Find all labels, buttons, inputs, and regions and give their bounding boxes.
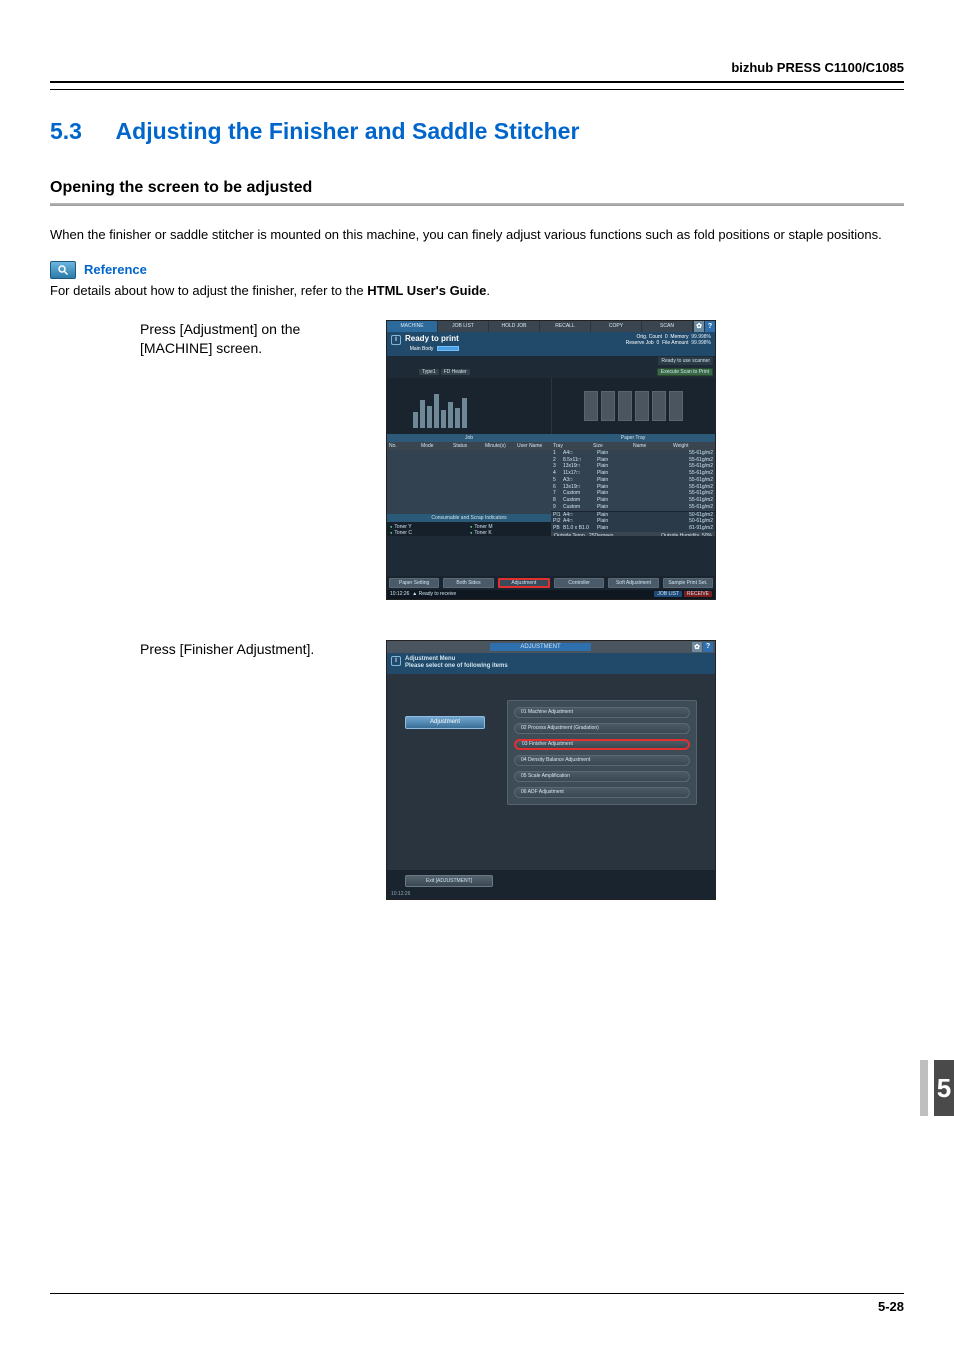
machine-button-row: Paper Setting Both Sides Adjustment Cont…	[387, 576, 715, 590]
adj-topbar: ADJUSTMENT ✿ ?	[387, 641, 715, 653]
paper-columns: Tray Size Name Weight	[551, 442, 715, 450]
step-1-image: MACHINE JOB LIST HOLD JOB RECALL COPY SC…	[386, 320, 716, 600]
page-number: 5-28	[878, 1299, 904, 1314]
adj-item-1[interactable]: 02 Process Adjustment (Gradation)	[514, 723, 690, 734]
tab-scan[interactable]: SCAN	[642, 321, 693, 332]
tray-row: 8CustomPlain55-61g/m2	[551, 497, 715, 504]
header-rule-thick	[50, 81, 904, 83]
status-bar: i Ready to print Main Body Orig. Count 0…	[387, 332, 715, 356]
paper-tray-table: Paper Tray Tray Size Name Weight 1A4□Pla…	[551, 434, 715, 536]
consumable-item: Toner K	[470, 530, 548, 536]
heater-label: FD Heater	[441, 369, 470, 375]
topbar-corner: ✿ ?	[693, 321, 715, 332]
tray-row: 313x19□Plain55-61g/m2	[551, 463, 715, 470]
pi-tray-row: PBB1.0 x B1.0Plain81-91g/m2	[551, 525, 715, 532]
section-number: 5.3	[50, 118, 82, 144]
execute-scan-button[interactable]: Execute Scan to Print	[657, 368, 713, 376]
adj-settings-icon[interactable]: ✿	[692, 642, 702, 652]
adj-help-icon[interactable]: ?	[703, 642, 713, 652]
consumable-item: Toner C	[390, 530, 468, 536]
adjustment-screen: ADJUSTMENT ✿ ? i Adjustment Menu Please …	[386, 640, 716, 900]
tab-joblist[interactable]: JOB LIST	[438, 321, 489, 332]
adj-item-5[interactable]: 06 ADF Adjustment	[514, 787, 690, 798]
soft-adjustment-button[interactable]: Soft Adjustment	[608, 578, 658, 588]
adj-info-sub: Please select one of following items	[405, 663, 508, 671]
step-2-image: ADJUSTMENT ✿ ? i Adjustment Menu Please …	[386, 640, 716, 900]
info-icon: i	[391, 335, 401, 345]
subsection-rule	[50, 203, 904, 206]
controller-button[interactable]: Controller	[554, 578, 604, 588]
tray-row: 28.5x11□Plain55-61g/m2	[551, 457, 715, 464]
machine-topbar: MACHINE JOB LIST HOLD JOB RECALL COPY SC…	[387, 321, 715, 332]
reference-text: For details about how to adjust the fini…	[50, 283, 904, 298]
job-columns: No. Mode Status Minute(s) User Name	[387, 442, 551, 450]
status-right: Orig. Count 0 Memory 99.998% Reserve Job…	[626, 334, 711, 352]
intro-paragraph: When the finisher or saddle stitcher is …	[50, 226, 904, 245]
paper-setting-button[interactable]: Paper Setting	[389, 578, 439, 588]
header-rule-thin	[50, 89, 904, 90]
sample-print-button[interactable]: Sample Print Set.	[663, 578, 713, 588]
tray-rows: 1A4□Plain55-61g/m228.5x11□Plain55-61g/m2…	[551, 450, 715, 511]
adj-top-title: ADJUSTMENT	[490, 643, 590, 651]
reference-label: Reference	[84, 262, 147, 277]
tab-holdjob[interactable]: HOLD JOB	[489, 321, 540, 332]
paper-title: Paper Tray	[551, 434, 715, 442]
footer-rule	[50, 1293, 904, 1294]
section-title-text: Adjusting the Finisher and Saddle Stitch…	[116, 118, 580, 144]
adj-info-title: Adjustment Menu	[405, 656, 508, 664]
adj-info-icon: i	[391, 656, 401, 666]
tray-row: 411x17□Plain55-61g/m2	[551, 470, 715, 477]
tray-row: 1A4□Plain55-61g/m2	[551, 450, 715, 457]
tab-machine[interactable]: MACHINE	[387, 321, 438, 332]
step-1-text: Press [Adjustment] on the [MACHINE] scre…	[50, 320, 370, 359]
job-table: Job No. Mode Status Minute(s) User Name …	[387, 434, 551, 536]
reference-icon	[50, 261, 76, 279]
pi-tray-row: PI2A4□Plain50-61g/m2	[551, 518, 715, 525]
tray-row: 5A3□Plain55-61g/m2	[551, 477, 715, 484]
adj-exit-button[interactable]: Exit [ADJUSTMENT]	[405, 875, 493, 887]
machine-screen: MACHINE JOB LIST HOLD JOB RECALL COPY SC…	[386, 320, 716, 600]
section-title: 5.3 Adjusting the Finisher and Saddle St…	[50, 118, 904, 145]
tray-row: 613x19□Plain55-61g/m2	[551, 484, 715, 491]
consumables-list: Toner YToner MToner CToner KWaste Toner …	[387, 522, 551, 536]
machine-footer: 10:12:26 ▲ Ready to receive JOB LIST REC…	[387, 590, 715, 599]
subsection-title: Opening the screen to be adjusted	[50, 179, 904, 197]
adj-item-3[interactable]: 04 Density Balance Adjustment	[514, 755, 690, 766]
main-body-label: Main Body	[410, 346, 434, 352]
tab-copy[interactable]: COPY	[591, 321, 642, 332]
adj-item-0[interactable]: 01 Machine Adjustment	[514, 707, 690, 718]
status-title: Ready to print	[405, 334, 459, 343]
consumables-title: Consumable and Scrap Indicators	[387, 514, 551, 522]
header-product: bizhub PRESS C1100/C1085	[50, 60, 904, 75]
settings-icon[interactable]: ✿	[693, 321, 704, 332]
adj-time: 10:12:26	[387, 891, 715, 899]
chapter-tab: 5	[920, 1060, 954, 1116]
chapter-number: 5	[934, 1060, 954, 1116]
adj-info-bar: i Adjustment Menu Please select one of f…	[387, 653, 715, 674]
adj-items-panel: 01 Machine Adjustment 02 Process Adjustme…	[507, 700, 697, 805]
help-icon[interactable]: ?	[704, 321, 715, 332]
tab-recall[interactable]: RECALL	[540, 321, 591, 332]
pi-tray-row: PI1A4□Plain50-61g/m2	[551, 512, 715, 519]
adjustment-button[interactable]: Adjustment	[498, 578, 550, 588]
tray-row: 9CustomPlain55-61g/m2	[551, 504, 715, 511]
env-row: Outside Temp. 25Degrees Outside Humidity…	[551, 532, 715, 536]
tray-row: 7CustomPlain55-61g/m2	[551, 490, 715, 497]
adj-item-2[interactable]: 03 Finisher Adjustment	[514, 739, 690, 750]
adj-item-4[interactable]: 05 Scale Amplification	[514, 771, 690, 782]
step-2-text: Press [Finisher Adjustment].	[50, 640, 370, 660]
pi-tray-rows: PI1A4□Plain50-61g/m2PI2A4□Plain50-61g/m2…	[551, 511, 715, 532]
scanner-ready-text: Ready to use scanner	[658, 357, 713, 365]
machine-diagram-area	[387, 378, 715, 434]
main-body-bar	[437, 346, 459, 351]
job-title: Job	[387, 434, 551, 442]
both-sides-button[interactable]: Both Sides	[443, 578, 493, 588]
adj-side-button[interactable]: Adjustment	[405, 716, 485, 729]
